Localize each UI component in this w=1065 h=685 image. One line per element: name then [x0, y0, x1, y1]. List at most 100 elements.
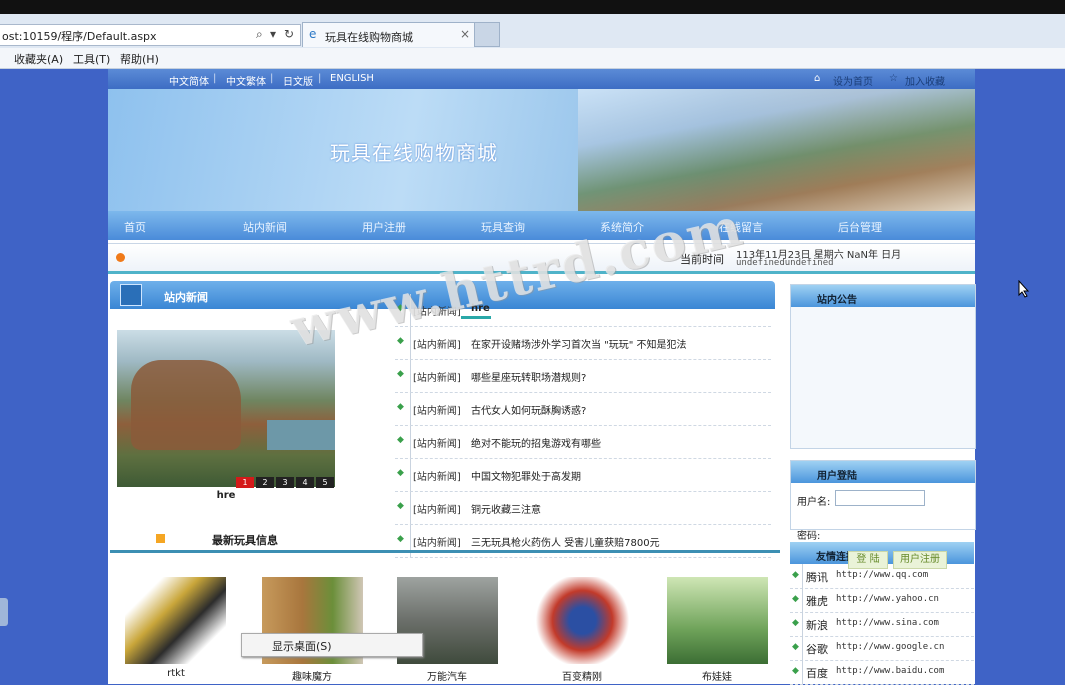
- toy-name[interactable]: 百变精刚: [527, 668, 637, 683]
- toys-header: 最新玩具信息: [110, 528, 780, 553]
- divider: [802, 564, 803, 588]
- bullet-icon: ◆: [397, 435, 404, 445]
- monitor-icon: [120, 284, 142, 306]
- main-nav: 首页 站内新闻 用户注册 玩具查询 系统简介 在线留言 后台管理: [108, 211, 975, 240]
- bullet-icon: [116, 253, 125, 262]
- ie-icon: e: [309, 27, 317, 41]
- toy-image-rtkt[interactable]: [125, 577, 226, 664]
- divider: [410, 492, 411, 524]
- news-title[interactable]: 在家开设赌场涉外学习首次当 "玩玩" 不知是犯法: [471, 336, 687, 351]
- link-name[interactable]: 腾讯: [806, 569, 828, 585]
- news-tag: [站内新闻]: [413, 505, 461, 516]
- news-heading: 站内新闻: [164, 291, 208, 304]
- list-item[interactable]: ◆ [站内新闻] 中国文物犯罪处于高发期: [395, 459, 771, 492]
- close-icon[interactable]: ×: [460, 27, 470, 41]
- username-field[interactable]: [835, 490, 925, 506]
- river-shape: [267, 420, 335, 450]
- toy-image-robot[interactable]: [532, 577, 633, 664]
- news-tag: [站内新闻]: [413, 373, 461, 384]
- news-tag: [站内新闻]: [413, 406, 461, 417]
- nav-admin[interactable]: 后台管理: [838, 219, 882, 235]
- pager-1[interactable]: 1: [236, 477, 254, 488]
- link-name[interactable]: 雅虎: [806, 593, 828, 609]
- link-name[interactable]: 谷歌: [806, 641, 828, 657]
- nav-home[interactable]: 首页: [124, 219, 146, 235]
- divider: [802, 660, 803, 684]
- set-home-link[interactable]: 设为首页: [833, 73, 873, 88]
- search-icon[interactable]: ⌕: [256, 27, 263, 42]
- desktop-edge-widget: [0, 598, 8, 626]
- lang-simplified[interactable]: 中文简体: [169, 73, 209, 88]
- banner: 玩具在线购物商城: [108, 89, 975, 211]
- news-tag: [站内新闻]: [413, 439, 461, 450]
- toy-image-doll[interactable]: [667, 577, 768, 664]
- divider: |: [318, 73, 322, 84]
- bullet-icon: ◆: [397, 369, 404, 379]
- context-menu[interactable]: 显示桌面(S): [241, 633, 423, 657]
- link-url[interactable]: http://www.google.cn: [836, 642, 944, 652]
- news-title[interactable]: 哪些星座玩转职场潜规则?: [471, 369, 586, 384]
- toy-name[interactable]: 万能汽车: [392, 668, 502, 683]
- pager-4[interactable]: 4: [296, 477, 314, 488]
- home-icon: ⌂: [814, 73, 821, 84]
- add-favorite-link[interactable]: 加入收藏: [905, 73, 945, 88]
- list-item[interactable]: ◆ [站内新闻] 铜元收藏三注意: [395, 492, 771, 525]
- nav-register[interactable]: 用户注册: [362, 219, 406, 235]
- rock-shape: [131, 360, 241, 450]
- nav-toy-search[interactable]: 玩具查询: [481, 219, 525, 235]
- browser-tab[interactable]: e 玩具在线购物商城 ×: [302, 22, 476, 47]
- news-title[interactable]: 绝对不能玩的招鬼游戏有哪些: [471, 435, 601, 450]
- bullet-icon: ◆: [792, 594, 799, 604]
- news-title[interactable]: 中国文物犯罪处于高发期: [471, 468, 581, 483]
- link-url[interactable]: http://www.sina.com: [836, 618, 939, 628]
- site-title: 玩具在线购物商城: [330, 141, 498, 165]
- menu-help[interactable]: 帮助(H): [120, 51, 159, 67]
- link-row[interactable]: ◆ 谷歌 http://www.google.cn: [790, 636, 974, 661]
- login-panel: 用户登陆 用户名: 密码:: [790, 460, 976, 542]
- news-title[interactable]: 铜元收藏三注意: [471, 501, 541, 516]
- nav-news[interactable]: 站内新闻: [243, 219, 287, 235]
- menu-favorites[interactable]: 收藏夹(A): [14, 51, 63, 67]
- register-button[interactable]: 用户注册: [893, 551, 947, 569]
- pager-5[interactable]: 5: [316, 477, 334, 488]
- link-url[interactable]: http://www.qq.com: [836, 570, 928, 580]
- address-bar[interactable]: ost:10159/程序/Default.aspx ⌕ ▾ ↻: [0, 24, 301, 46]
- context-menu-item[interactable]: 显示桌面(S): [272, 638, 332, 654]
- menu-tools[interactable]: 工具(T): [73, 51, 110, 67]
- bullet-icon: ◆: [397, 402, 404, 412]
- toy-name[interactable]: rtkt: [121, 668, 231, 679]
- divider: [410, 426, 411, 458]
- list-item[interactable]: ◆ [站内新闻] 绝对不能玩的招鬼游戏有哪些: [395, 426, 771, 459]
- link-row[interactable]: ◆ 新浪 http://www.sina.com: [790, 612, 974, 637]
- link-name[interactable]: 新浪: [806, 617, 828, 633]
- lang-japanese[interactable]: 日文版: [283, 73, 313, 88]
- login-button[interactable]: 登 陆: [848, 551, 888, 569]
- toy-name[interactable]: 趣味魔方: [257, 668, 367, 683]
- slide-pager: 12345: [236, 475, 336, 488]
- star-icon: ☆: [889, 73, 898, 84]
- news-title[interactable]: 古代女人如何玩酥胸诱惑?: [471, 402, 586, 417]
- refresh-icon[interactable]: ↻: [284, 27, 294, 41]
- notice-heading: 站内公告: [817, 295, 857, 306]
- link-url[interactable]: http://www.yahoo.cn: [836, 594, 939, 604]
- divider: [802, 588, 803, 612]
- bullet-icon: ◆: [792, 666, 799, 676]
- pager-2[interactable]: 2: [256, 477, 274, 488]
- lang-english[interactable]: ENGLISH: [330, 73, 374, 84]
- toy-name[interactable]: 布娃娃: [662, 668, 772, 683]
- chevron-down-icon[interactable]: ▾: [270, 27, 276, 41]
- link-name[interactable]: 百度: [806, 665, 828, 681]
- link-row[interactable]: ◆ 百度 http://www.baidu.com: [790, 660, 974, 685]
- list-item[interactable]: ◆ [站内新闻] 古代女人如何玩酥胸诱惑?: [395, 393, 771, 426]
- lang-traditional[interactable]: 中文繁体: [226, 73, 266, 88]
- link-row[interactable]: ◆ 雅虎 http://www.yahoo.cn: [790, 588, 974, 613]
- slide-caption[interactable]: hre: [117, 490, 335, 501]
- address-text[interactable]: ost:10159/程序/Default.aspx: [2, 28, 157, 44]
- bullet-icon: ◆: [792, 618, 799, 628]
- notice-header: 站内公告: [791, 285, 975, 307]
- pager-3[interactable]: 3: [276, 477, 294, 488]
- list-item[interactable]: ◆ [站内新闻] 哪些星座玩转职场潜规则?: [395, 360, 771, 393]
- new-tab-button[interactable]: [474, 22, 500, 47]
- link-url[interactable]: http://www.baidu.com: [836, 666, 944, 676]
- language-bar: 中文简体 | 中文繁体 | 日文版 | ENGLISH ⌂ 设为首页 ☆ 加入收…: [108, 69, 975, 89]
